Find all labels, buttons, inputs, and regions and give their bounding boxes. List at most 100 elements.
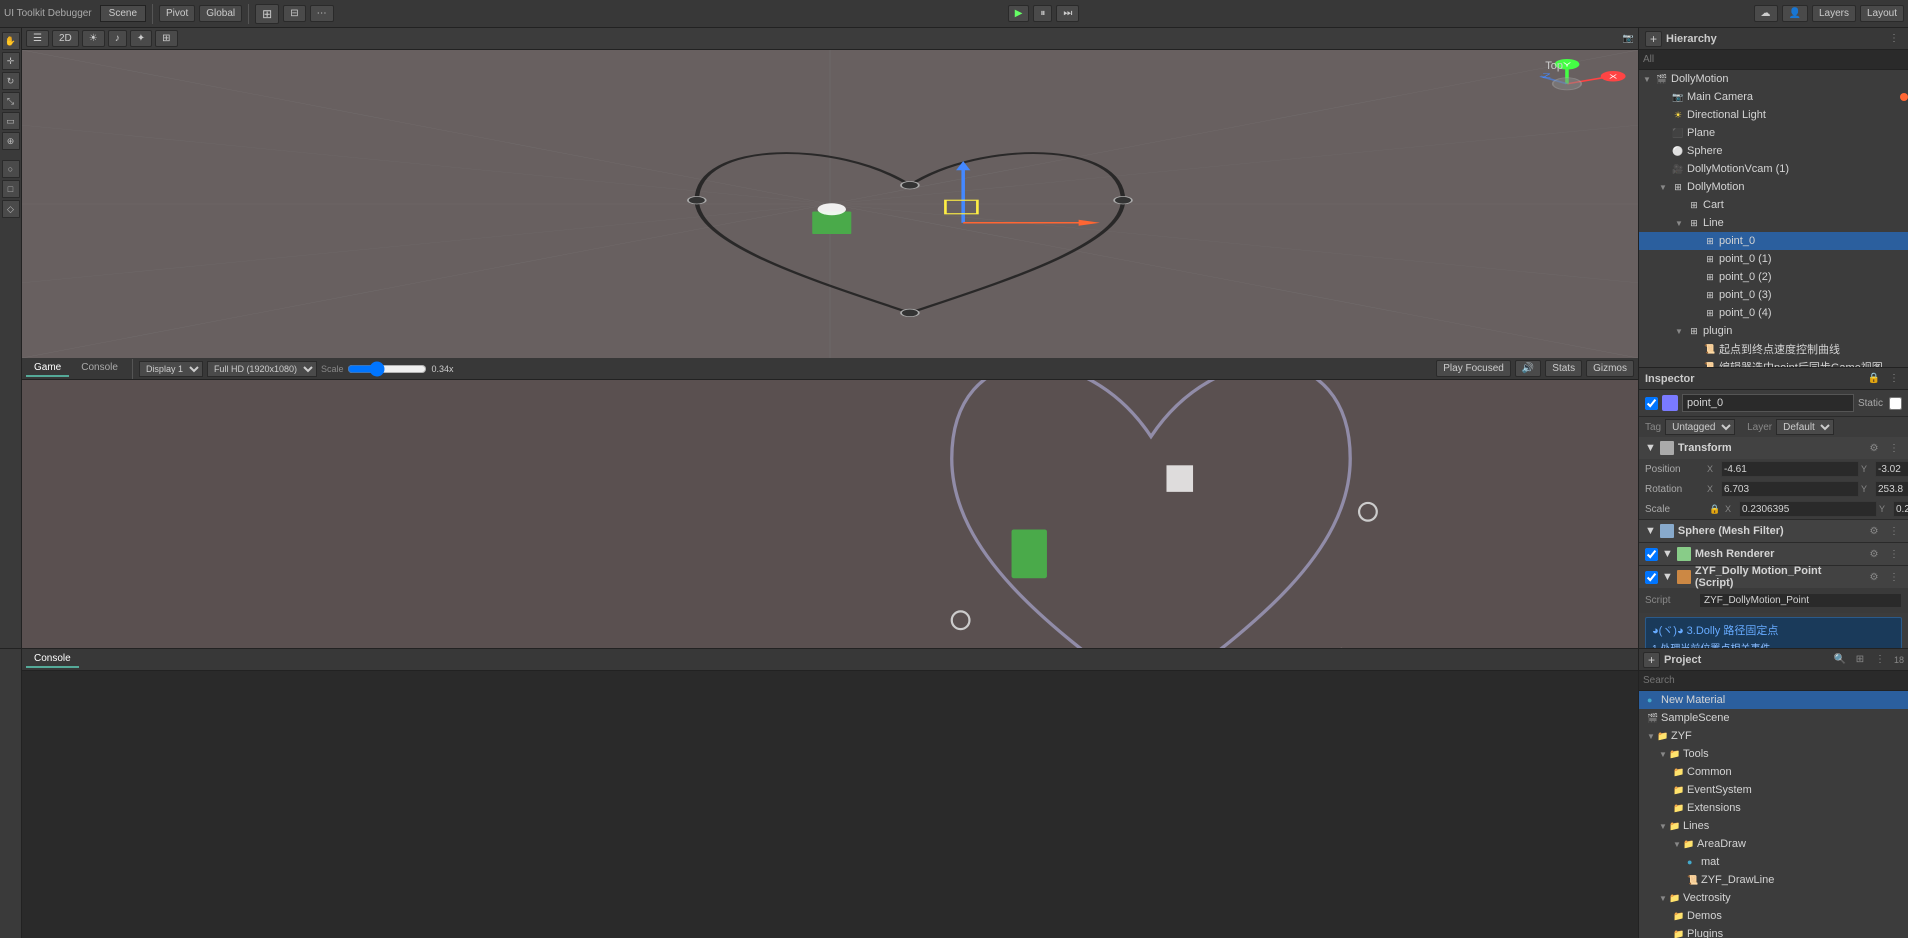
proj-item-vectrosity[interactable]: ▼ 📁 Vectrosity	[1639, 889, 1908, 907]
hier-item-plugin[interactable]: ▼ ⊞ plugin	[1639, 322, 1908, 340]
object-name-input[interactable]	[1682, 394, 1854, 412]
mesh-filter-header[interactable]: ▼ Sphere (Mesh Filter) ⚙ ⋮	[1639, 520, 1908, 542]
hier-item-point0-2[interactable]: ⊞ point_0 (2)	[1639, 268, 1908, 286]
layout-button[interactable]: Layout	[1860, 5, 1904, 22]
proj-item-tools[interactable]: ▼ 📁 Tools	[1639, 745, 1908, 763]
proj-item-demos[interactable]: 📁 Demos	[1639, 907, 1908, 925]
transform-settings-btn[interactable]: ⚙	[1866, 440, 1882, 456]
zyf-script-enable[interactable]	[1645, 571, 1658, 584]
hierarchy-more-btn[interactable]: ⋮	[1886, 31, 1902, 47]
project-search-input[interactable]	[1639, 671, 1908, 691]
proj-item-areadraw[interactable]: ▼ 📁 AreaDraw	[1639, 835, 1908, 853]
hier-item-vcam[interactable]: 🎥 DollyMotionVcam (1)	[1639, 160, 1908, 178]
game-canvas[interactable]	[22, 380, 1638, 648]
rotate-tool[interactable]: ↻	[2, 72, 20, 90]
hier-item-point0[interactable]: ⊞ point_0	[1639, 232, 1908, 250]
zyf-script-settings-btn[interactable]: ⚙	[1866, 569, 1882, 585]
hier-item-dollymotion-sub[interactable]: ▼ ⊞ DollyMotion	[1639, 178, 1908, 196]
cloud-button[interactable]: ☁	[1754, 5, 1778, 22]
transform-header[interactable]: ▼ Transform ⚙ ⋮	[1639, 437, 1908, 459]
scale-lock-btn[interactable]: 🔒	[1707, 501, 1723, 517]
hier-item-line[interactable]: ▼ ⊞ Line	[1639, 214, 1908, 232]
proj-item-sample-scene[interactable]: 🎬 SampleScene	[1639, 709, 1908, 727]
hier-item-plugin2[interactable]: 📜 编辑器选中point后同步Game视图	[1639, 358, 1908, 367]
layers-button[interactable]: Layers	[1812, 5, 1856, 22]
scale-y[interactable]	[1893, 501, 1908, 517]
play-button[interactable]: ▶	[1008, 5, 1030, 22]
zyf-script-more-btn[interactable]: ⋮	[1886, 569, 1902, 585]
mesh-renderer-settings-btn[interactable]: ⚙	[1866, 546, 1882, 562]
game-stats-btn[interactable]: Stats	[1545, 360, 1582, 377]
position-x[interactable]	[1721, 461, 1859, 477]
zyf-script-header[interactable]: ▼ ZYF_Dolly Motion_Point (Script) ⚙ ⋮	[1639, 566, 1908, 588]
hier-item-dir-light[interactable]: ☀ Directional Light	[1639, 106, 1908, 124]
rotation-x[interactable]	[1721, 481, 1859, 497]
proj-item-plugins[interactable]: 📁 Plugins	[1639, 925, 1908, 938]
proj-item-new-material[interactable]: ● New Material	[1639, 691, 1908, 709]
proj-item-lines[interactable]: ▼ 📁 Lines	[1639, 817, 1908, 835]
rotation-y[interactable]	[1875, 481, 1908, 497]
proj-item-common[interactable]: 📁 Common	[1639, 763, 1908, 781]
snap-button[interactable]: ⊟	[283, 5, 305, 22]
rect-tool[interactable]: ▭	[2, 112, 20, 130]
scene-canvas[interactable]: X Y Z Top	[22, 50, 1638, 358]
account-button[interactable]: 👤	[1782, 5, 1808, 22]
extra-tool-1[interactable]: ○	[2, 160, 20, 178]
play-focused-btn[interactable]: Play Focused	[1436, 360, 1511, 377]
scene-fx-btn[interactable]: ✦	[130, 30, 152, 47]
scale-tool[interactable]: ⤡	[2, 92, 20, 110]
inspector-lock-btn[interactable]: 🔒	[1866, 371, 1882, 387]
project-search-btn[interactable]: 🔍	[1832, 652, 1848, 668]
console-tab[interactable]: Console	[26, 651, 79, 668]
game-gizmos-btn[interactable]: Gizmos	[1586, 360, 1634, 377]
extra-tool-2[interactable]: □	[2, 180, 20, 198]
extra-tool-3[interactable]: ◇	[2, 200, 20, 218]
scene-tab[interactable]: Scene	[100, 5, 146, 22]
position-y[interactable]	[1875, 461, 1908, 477]
proj-item-zyf-drawline[interactable]: 📜 ZYF_DrawLine	[1639, 871, 1908, 889]
hier-item-plane[interactable]: ⬛ Plane	[1639, 124, 1908, 142]
hier-item-dollymotion-root[interactable]: ▼ 🎬 DollyMotion	[1639, 70, 1908, 88]
scale-x[interactable]	[1739, 501, 1877, 517]
scale-slider[interactable]	[347, 363, 427, 375]
hier-item-plugin1[interactable]: 📜 起点到终点速度控制曲线	[1639, 340, 1908, 358]
display-select[interactable]: Display 1	[139, 361, 203, 377]
scene-gizmos-btn[interactable]: ⊞	[155, 30, 177, 47]
scene-shading-btn[interactable]: ☰	[26, 30, 49, 47]
hier-item-point0-3[interactable]: ⊞ point_0 (3)	[1639, 286, 1908, 304]
inspector-more-btn[interactable]: ⋮	[1886, 371, 1902, 387]
move-tool[interactable]: ✛	[2, 52, 20, 70]
hierarchy-add-btn[interactable]: +	[1645, 31, 1662, 47]
static-checkbox[interactable]	[1889, 397, 1902, 410]
more-button[interactable]: ⋯	[310, 5, 334, 22]
tag-select[interactable]: Untagged	[1665, 419, 1735, 435]
resolution-select[interactable]: Full HD (1920x1080)	[207, 361, 317, 377]
proj-item-mat[interactable]: ● mat	[1639, 853, 1908, 871]
hier-item-point0-1[interactable]: ⊞ point_0 (1)	[1639, 250, 1908, 268]
mesh-renderer-enable[interactable]	[1645, 548, 1658, 561]
proj-item-eventsys[interactable]: 📁 EventSystem	[1639, 781, 1908, 799]
hier-item-sphere[interactable]: ⚪ Sphere	[1639, 142, 1908, 160]
hand-tool[interactable]: ✋	[2, 32, 20, 50]
transform-combo-tool[interactable]: ⊕	[2, 132, 20, 150]
proj-item-zyf[interactable]: ▼ 📁 ZYF	[1639, 727, 1908, 745]
hier-item-main-camera[interactable]: 📷 Main Camera	[1639, 88, 1908, 106]
global-button[interactable]: Global	[199, 5, 242, 22]
hier-item-point0-4[interactable]: ⊞ point_0 (4)	[1639, 304, 1908, 322]
project-icon-btn[interactable]: ⊞	[1852, 652, 1868, 668]
console-tab-in-game[interactable]: Console	[73, 360, 126, 377]
mesh-filter-more-btn[interactable]: ⋮	[1886, 523, 1902, 539]
scene-lighting-btn[interactable]: ☀	[82, 30, 105, 47]
grid-button[interactable]: ⊞	[255, 4, 279, 24]
object-active-checkbox[interactable]	[1645, 397, 1658, 410]
scene-2d-btn[interactable]: 2D	[52, 30, 79, 47]
transform-more-btn[interactable]: ⋮	[1886, 440, 1902, 456]
hierarchy-search[interactable]	[1639, 50, 1908, 70]
project-more-btn[interactable]: ⋮	[1872, 652, 1888, 668]
volume-btn[interactable]: 🔊	[1515, 360, 1541, 377]
project-add-btn[interactable]: +	[1643, 652, 1660, 668]
hier-item-cart[interactable]: ⊞ Cart	[1639, 196, 1908, 214]
scene-audio-btn[interactable]: ♪	[108, 30, 127, 47]
mesh-filter-settings-btn[interactable]: ⚙	[1866, 523, 1882, 539]
game-tab[interactable]: Game	[26, 360, 69, 377]
